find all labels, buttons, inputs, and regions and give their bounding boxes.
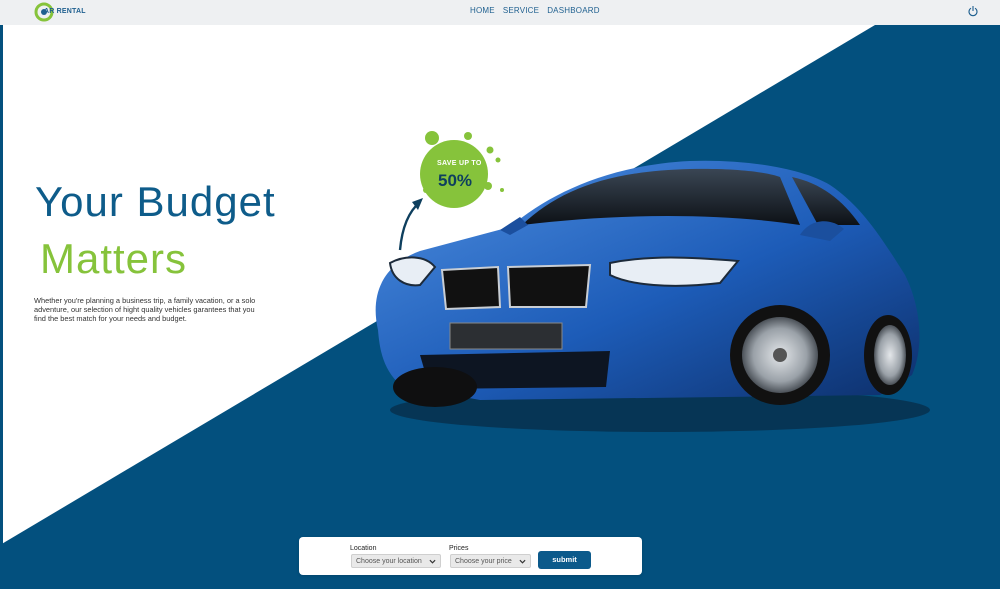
nav-links: HOME SERVICE DASHBOARD	[470, 6, 600, 15]
submit-button[interactable]: submit	[538, 551, 591, 569]
location-select[interactable]: Choose your location	[351, 554, 441, 568]
nav-service-link[interactable]: SERVICE	[503, 6, 539, 15]
top-navbar: AR RENTAL HOME SERVICE DASHBOARD	[0, 0, 1000, 25]
prices-select-value: Choose your price	[455, 558, 512, 565]
car-image	[375, 160, 930, 432]
location-label: Location	[350, 545, 377, 552]
location-select-value: Choose your location	[356, 558, 422, 565]
hero-description: Whether you're planning a business trip,…	[34, 296, 256, 323]
logo-text: AR RENTAL	[44, 8, 86, 15]
left-accent-strip	[0, 25, 3, 589]
chevron-down-icon	[519, 559, 526, 564]
nav-home-link[interactable]: HOME	[470, 6, 495, 15]
prices-select[interactable]: Choose your price	[450, 554, 531, 568]
prices-label: Prices	[449, 545, 469, 552]
power-icon[interactable]	[968, 5, 978, 17]
hero-headline-line2: Matters	[40, 235, 188, 282]
logo[interactable]: AR RENTAL	[34, 2, 94, 22]
chevron-down-icon	[429, 559, 436, 564]
hero-headline-line1: Your Budget	[35, 178, 276, 225]
nav-dashboard-link[interactable]: DASHBOARD	[547, 6, 599, 15]
